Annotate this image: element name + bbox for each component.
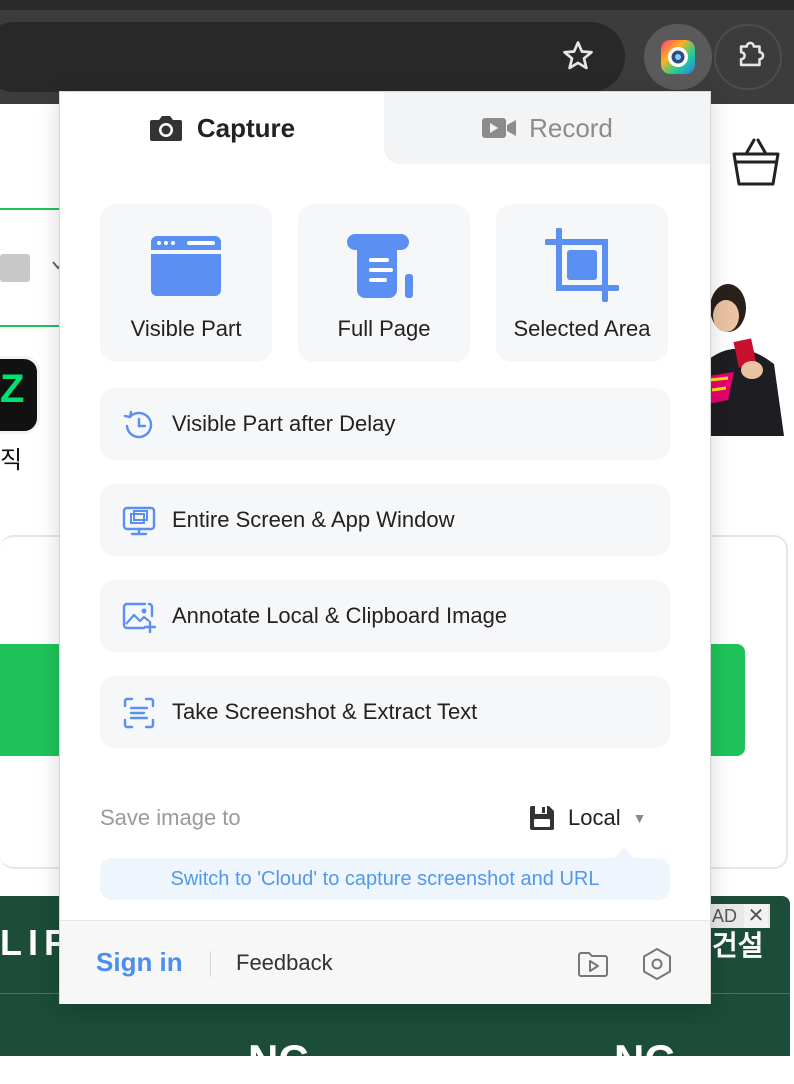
save-image-label: Save image to <box>100 805 241 830</box>
app-shortcut-label: 직 <box>0 447 23 474</box>
extension-popup: Capture Record Visible Part Full Page Se… <box>60 92 710 1004</box>
selected-area-button[interactable]: Selected Area <box>496 204 668 362</box>
cloud-hint-banner[interactable]: Switch to 'Cloud' to capture screenshot … <box>100 858 670 900</box>
hint-pointer <box>614 848 634 858</box>
clock-delay-icon <box>123 410 153 439</box>
ad-close-button[interactable]: ✕ <box>744 904 768 928</box>
promo-person-image <box>708 280 794 436</box>
entire-screen-button[interactable]: Entire Screen & App Window <box>100 484 670 556</box>
screenshot-extension-icon[interactable] <box>661 40 695 74</box>
tab-strip <box>0 0 794 10</box>
ad-headline-right: NC <box>614 1036 675 1083</box>
puzzle-piece-icon[interactable] <box>734 38 768 72</box>
crop-icon <box>545 228 619 302</box>
scroll-page-icon <box>347 234 413 298</box>
selected-area-label: Selected Area <box>513 316 651 341</box>
tab-capture[interactable]: Capture <box>60 92 384 164</box>
app-shortcut-glyph: Z <box>0 367 25 411</box>
search-box-border-top <box>0 208 60 210</box>
visible-part-button[interactable]: Visible Part <box>100 204 272 362</box>
image-plus-icon <box>122 602 156 634</box>
extract-text-label: Take Screenshot & Extract Text <box>172 699 478 724</box>
footer-divider <box>210 951 211 977</box>
tab-capture-label: Capture <box>196 112 296 143</box>
search-box-border-bottom <box>0 325 60 327</box>
tab-record[interactable]: Record <box>384 92 710 164</box>
browser-window-icon <box>151 236 221 296</box>
full-page-button[interactable]: Full Page <box>298 204 470 362</box>
dropdown-caret-icon: ▼ <box>632 810 647 826</box>
tab-record-label: Record <box>529 112 613 143</box>
annotate-image-label: Annotate Local & Clipboard Image <box>172 603 508 628</box>
browser-toolbar <box>0 0 794 104</box>
sign-in-link[interactable]: Sign in <box>96 921 183 1004</box>
folder-play-icon[interactable] <box>576 947 610 981</box>
annotate-image-button[interactable]: Annotate Local & Clipboard Image <box>100 580 670 652</box>
delay-capture-label: Visible Part after Delay <box>172 411 396 436</box>
monitor-windows-icon <box>122 506 156 536</box>
video-camera-icon <box>482 118 517 138</box>
visible-part-label: Visible Part <box>130 316 242 341</box>
ad-company-text: 건설 <box>712 930 764 961</box>
save-destination-select[interactable]: Local ▼ <box>528 802 646 834</box>
keyboard-icon[interactable] <box>0 254 30 282</box>
feedback-link[interactable]: Feedback <box>236 921 333 1004</box>
delay-capture-button[interactable]: Visible Part after Delay <box>100 388 670 460</box>
camera-icon <box>149 116 182 141</box>
extract-text-button[interactable]: Take Screenshot & Extract Text <box>100 676 670 748</box>
save-destination-value: Local <box>568 805 621 830</box>
shopping-bag-icon[interactable] <box>728 134 784 190</box>
address-bar[interactable] <box>0 22 625 92</box>
settings-hexagon-icon[interactable] <box>640 947 674 981</box>
full-page-label: Full Page <box>337 316 431 341</box>
bookmark-star-icon[interactable] <box>560 38 596 74</box>
text-scan-icon <box>123 697 155 729</box>
floppy-disk-icon <box>529 806 554 830</box>
popup-footer: Sign in Feedback <box>60 920 710 1004</box>
ad-headline-left: NC <box>248 1036 309 1083</box>
entire-screen-label: Entire Screen & App Window <box>172 507 455 532</box>
